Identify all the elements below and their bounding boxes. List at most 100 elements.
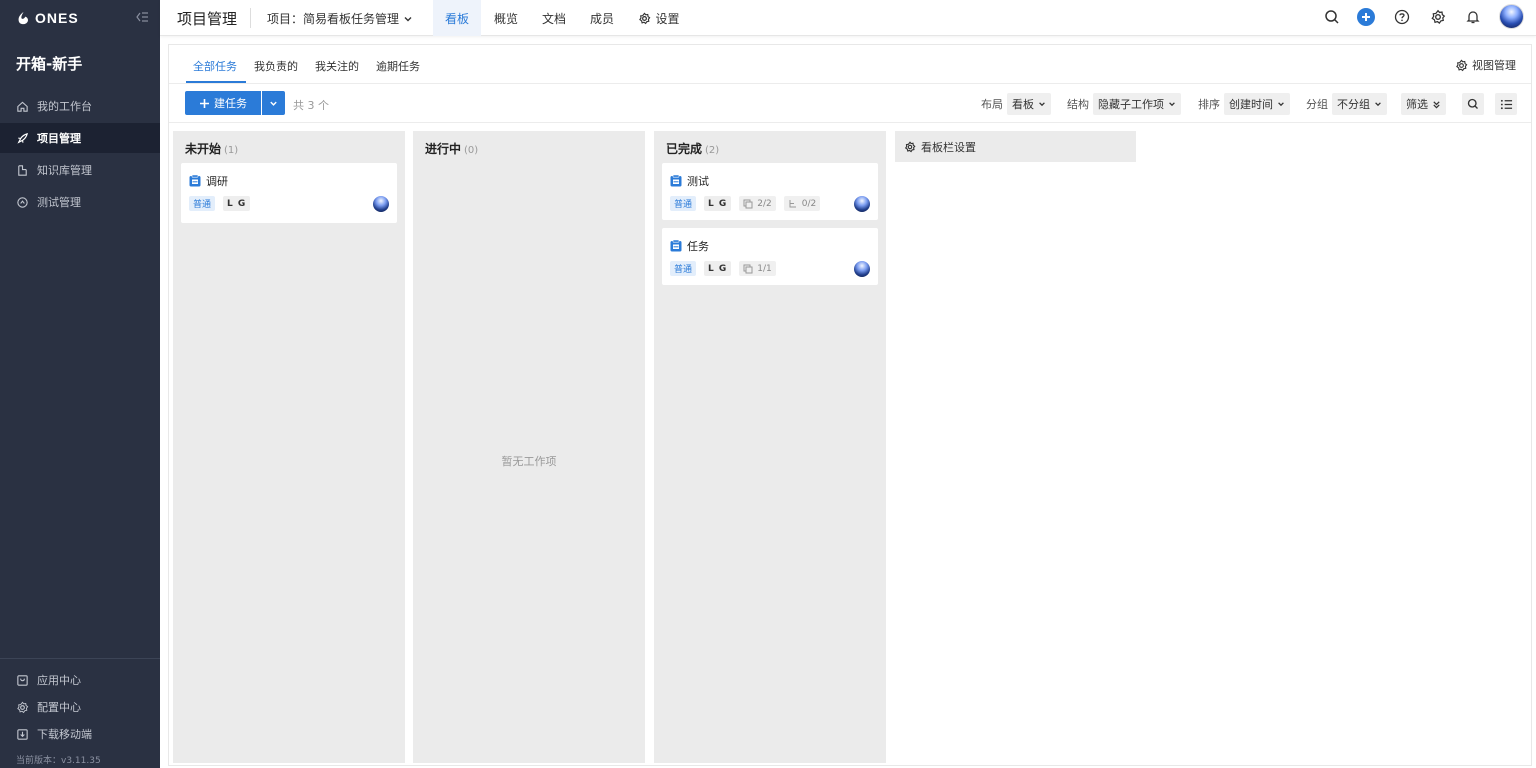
settings-icon — [17, 701, 29, 713]
subtask-count: 2/2 — [757, 198, 772, 209]
board-settings-label: 看板栏设置 — [921, 140, 976, 154]
column-count: (2) — [705, 145, 720, 156]
gear-icon — [1456, 59, 1468, 71]
gear-icon — [639, 12, 651, 24]
chevron-down-icon — [1039, 102, 1045, 107]
filter-button[interactable]: 筛选 — [1401, 93, 1446, 115]
owner-badge[interactable]: L G — [223, 196, 251, 211]
ones-logo[interactable]: ONES — [16, 8, 79, 28]
main-panel: 全部任务 我负责的 我关注的 逾期任务 视图管理 建任务 共 3 个 布局 看板… — [168, 44, 1532, 766]
search-icon[interactable] — [1323, 8, 1341, 26]
assignee-avatar[interactable] — [854, 196, 870, 212]
add-icon[interactable] — [1357, 8, 1375, 26]
tab-overdue[interactable]: 逾期任务 — [376, 58, 420, 74]
filter-label: 筛选 — [1406, 98, 1428, 111]
sort-control: 排序 创建时间 — [1198, 93, 1290, 115]
project-selector[interactable]: 项目：简易看板任务管理 — [267, 10, 413, 27]
create-task-button[interactable]: 建任务 — [185, 91, 261, 115]
team-name[interactable]: 开箱-新手 — [16, 53, 82, 74]
tab-settings[interactable]: 设置 — [633, 0, 685, 36]
tab-label: 概览 — [493, 11, 518, 26]
sidebar-item-wiki[interactable]: 知识库管理 — [0, 155, 160, 185]
task-type-icon — [189, 175, 201, 187]
tab-kanban[interactable]: 看板 — [433, 0, 481, 36]
logo-text: ONES — [35, 10, 79, 26]
column-header[interactable]: 已完成 (2) — [666, 140, 719, 157]
assignee-avatar[interactable] — [854, 261, 870, 277]
layout-select[interactable]: 看板 — [1007, 93, 1051, 115]
board-column-settings-button[interactable]: 看板栏设置 — [895, 131, 1136, 162]
sidebar-download-mobile[interactable]: 下载移动端 — [0, 722, 160, 746]
task-card[interactable]: 测试 普通 L G 2/2 0/2 — [662, 163, 878, 220]
tab-all-tasks[interactable]: 全部任务 — [193, 58, 237, 74]
sidebar-item-workbench[interactable]: 我的工作台 — [0, 91, 160, 121]
ones-logo-icon — [18, 11, 29, 24]
toolbar: 建任务 共 3 个 布局 看板 结构 隐藏子工作项 排序 创建时间 分组 不分组… — [169, 85, 1531, 123]
card-title-text: 调研 — [206, 175, 228, 188]
tab-overview[interactable]: 概览 — [483, 0, 529, 36]
assignee-avatar[interactable] — [373, 196, 389, 212]
priority-badge[interactable]: 普通 — [189, 196, 216, 211]
card-title-text: 测试 — [687, 175, 709, 188]
filter-control: 筛选 — [1401, 93, 1446, 115]
subtask-progress-badge[interactable]: 1/1 — [739, 261, 776, 276]
sidebar-item-testing[interactable]: 测试管理 — [0, 187, 160, 217]
priority-badge[interactable]: 普通 — [670, 196, 697, 211]
version-label: 当前版本：v3.11.35 — [16, 756, 101, 766]
sidebar-item-project-management[interactable]: 项目管理 — [0, 123, 160, 153]
sidebar-config-center[interactable]: 配置中心 — [0, 695, 160, 719]
column-header[interactable]: 进行中 (0) — [425, 140, 478, 157]
task-card[interactable]: 调研 普通 L G — [181, 163, 397, 223]
owner-badge[interactable]: L G — [704, 196, 732, 211]
column-title: 未开始 — [185, 142, 222, 156]
sort-value: 创建时间 — [1229, 98, 1273, 111]
help-icon[interactable] — [1393, 8, 1411, 26]
card-title: 任务 — [670, 238, 709, 254]
column-count: (0) — [464, 145, 479, 156]
user-avatar[interactable] — [1499, 4, 1524, 29]
task-card[interactable]: 任务 普通 L G 1/1 — [662, 228, 878, 285]
layout-value: 看板 — [1012, 98, 1034, 111]
task-type-icon — [670, 175, 682, 187]
group-select[interactable]: 不分组 — [1332, 93, 1387, 115]
list-view-button[interactable] — [1495, 93, 1517, 115]
sidebar-app-center[interactable]: 应用中心 — [0, 668, 160, 692]
sort-select[interactable]: 创建时间 — [1224, 93, 1290, 115]
tab-label: 看板 — [444, 11, 469, 26]
top-bar: 项目管理 项目：简易看板任务管理 看板 概览 文档 成员 设置 — [160, 0, 1536, 36]
project-name: 项目：简易看板任务管理 — [267, 12, 400, 26]
tab-my-tasks[interactable]: 我负责的 — [254, 58, 298, 74]
sidebar-divider — [0, 658, 160, 659]
board-column-in-progress: 进行中 (0) 暂无工作项 — [413, 131, 645, 763]
create-task-button-group: 建任务 — [185, 91, 285, 115]
owner-badge[interactable]: L G — [704, 261, 732, 276]
create-task-dropdown[interactable] — [262, 91, 285, 115]
subtask-icon — [743, 199, 753, 208]
tab-members[interactable]: 成员 — [579, 0, 625, 36]
chevron-down-icon — [270, 101, 277, 106]
column-title: 已完成 — [666, 142, 703, 156]
sidebar-item-label: 项目管理 — [37, 132, 81, 145]
tab-docs[interactable]: 文档 — [531, 0, 577, 36]
collapse-sidebar-icon[interactable] — [134, 9, 150, 25]
home-icon — [17, 101, 28, 112]
double-chevron-down-icon — [1433, 100, 1440, 109]
plus-icon — [200, 98, 209, 108]
module-title: 项目管理 — [177, 10, 238, 28]
priority-badge[interactable]: 普通 — [670, 261, 697, 276]
task-type-icon — [670, 240, 682, 252]
layout-control: 布局 看板 — [981, 93, 1051, 115]
board-search-button[interactable] — [1462, 93, 1484, 115]
app-center-icon — [17, 674, 28, 686]
tab-following[interactable]: 我关注的 — [315, 58, 359, 74]
bell-icon[interactable] — [1464, 8, 1482, 26]
structure-select[interactable]: 隐藏子工作项 — [1093, 93, 1181, 115]
settings-icon[interactable] — [1429, 8, 1447, 26]
rocket-icon — [17, 132, 28, 144]
chevron-down-icon — [1278, 102, 1284, 107]
hierarchy-icon — [789, 199, 796, 207]
column-header[interactable]: 未开始 (1) — [185, 140, 238, 157]
child-items-badge[interactable]: 0/2 — [783, 196, 821, 211]
subtask-progress-badge[interactable]: 2/2 — [739, 196, 776, 211]
view-manage-button[interactable]: 视图管理 — [1455, 57, 1516, 73]
